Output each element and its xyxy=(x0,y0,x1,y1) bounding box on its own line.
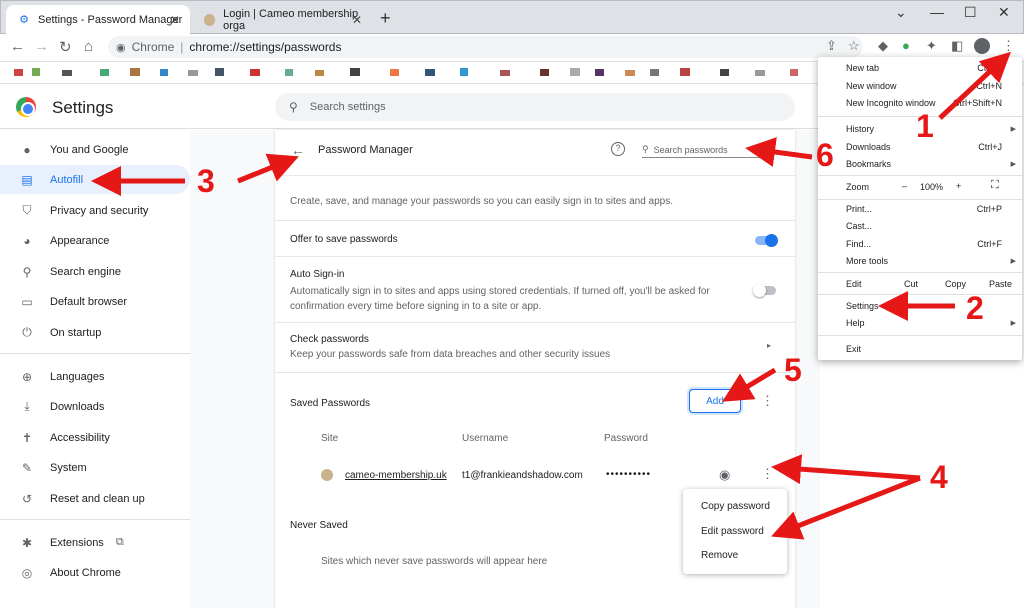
annotation-label-4: 4 xyxy=(930,459,948,495)
annotation-arrow-4b xyxy=(771,475,921,540)
annotation-arrow-6 xyxy=(745,137,813,167)
annotation-arrow-4a xyxy=(771,454,921,485)
annotation-label-1: 1 xyxy=(916,108,934,144)
annotation-arrow-1 xyxy=(938,51,1011,120)
annotation-overlay xyxy=(91,51,1011,540)
annotation-arrow-3b xyxy=(237,153,299,184)
annotation-label-5: 5 xyxy=(784,352,802,388)
annotation-arrow-5 xyxy=(722,367,777,402)
annotation-label-2: 2 xyxy=(966,290,984,326)
annotation-label-6: 6 xyxy=(816,137,834,173)
annotation-label-3: 3 xyxy=(197,163,215,199)
